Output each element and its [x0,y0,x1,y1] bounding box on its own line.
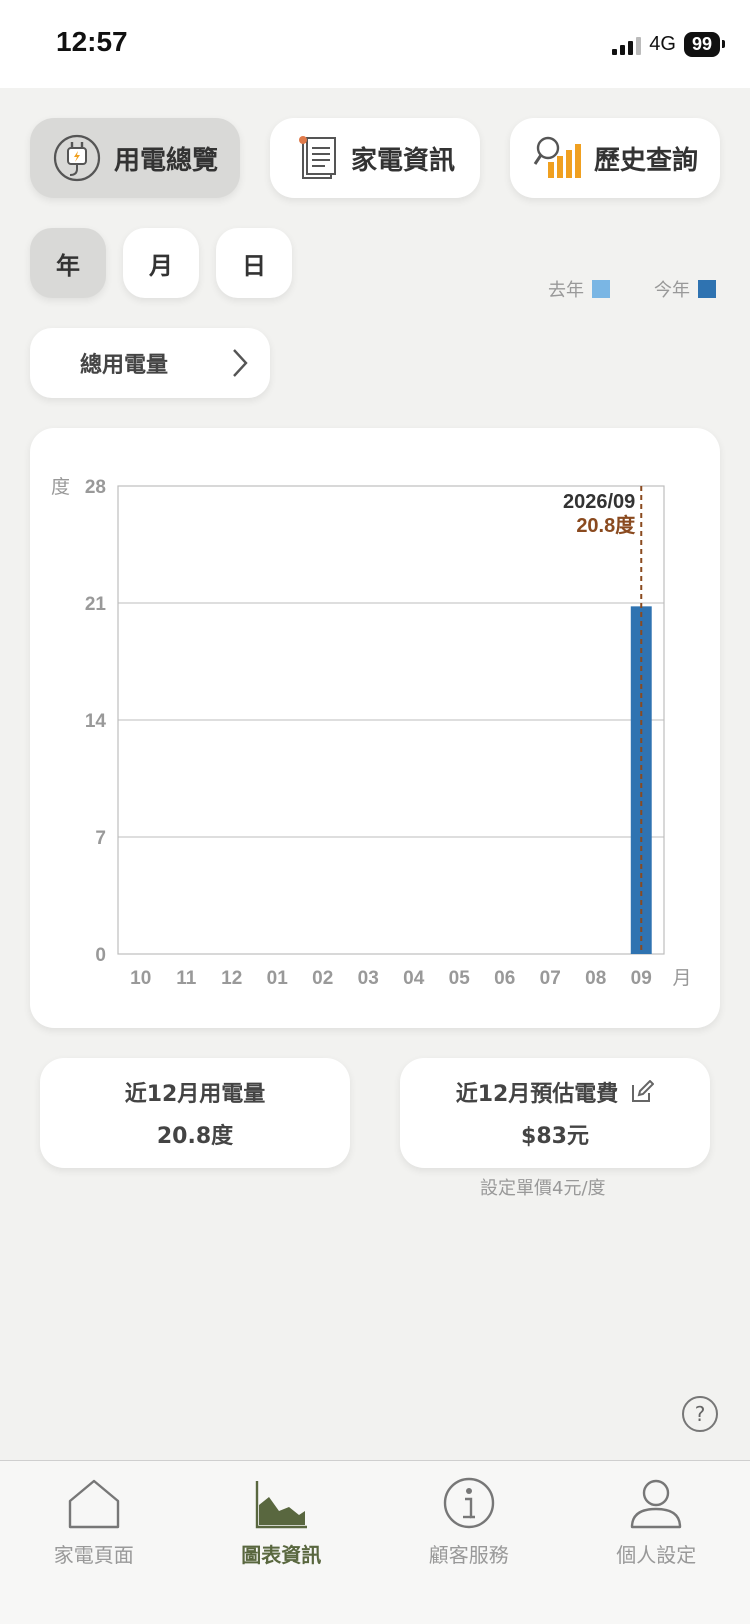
status-time: 12:57 [56,26,128,57]
x-tick-label: 12 [221,968,242,989]
x-tick-label: 07 [540,968,561,989]
legend-last-year: 去年 [548,276,610,302]
y-unit-label: 度 [51,476,70,498]
bottom-nav: 家電頁面 圖表資訊 顧客服務 個人設定 [0,1460,750,1624]
nav-profile[interactable]: 個人設定 [563,1461,750,1624]
network-type: 4G [649,33,676,55]
x-tick-label: 02 [312,968,333,989]
unit-price-note: 設定單價4元/度 [480,1178,606,1199]
x-unit-label: 月 [672,968,691,989]
cost-12m-card[interactable]: 近12月預估電費 $83元 [400,1058,710,1168]
usage-12m-title: 近12月用電量 [124,1082,266,1107]
home-icon [68,1479,119,1529]
tooltip-date: 2026/09 [563,491,635,513]
nav-chart[interactable]: 圖表資訊 [188,1461,376,1624]
period-day-button[interactable]: 日 [216,228,292,298]
nav-label: 顧客服務 [428,1543,509,1567]
nav-service[interactable]: 顧客服務 [375,1461,563,1624]
status-indicators: 4G 99 [612,32,726,57]
usage-chart-card: 0 7 14 21 28 度 10 11 12 01 02 03 04 05 06 07 08 09 月 2026/0… [30,428,720,1028]
tab-label: 歷史查詢 [593,145,698,176]
nav-label: 圖表資訊 [241,1543,322,1567]
legend-swatch [698,280,716,298]
x-tick-label: 09 [631,968,652,989]
y-tick-label: 14 [85,711,107,732]
x-tick-label: 01 [267,968,289,989]
cost-12m-title-row: 近12月預估電費 [456,1076,655,1108]
tab-usage-overview[interactable]: 用電總覽 [30,118,240,198]
x-tick-label: 10 [130,968,151,989]
metric-select-label: 總用電量 [80,353,169,378]
tab-history[interactable]: 歷史查詢 [510,118,720,198]
user-icon [631,1479,682,1529]
nav-label: 家電頁面 [53,1543,134,1567]
cost-12m-title: 近12月預估電費 [455,1082,619,1107]
period-year-button[interactable]: 年 [30,228,106,298]
search-chart-icon [533,136,581,178]
usage-bar-chart: 07142128度10 11 12 01 02 03 04 05 06 07 08 09 月2026/0… [51,476,692,989]
legend-label: 今年 [654,280,690,301]
info-icon [443,1477,494,1529]
tab-appliance-info[interactable]: 家電資訊 [270,118,480,198]
legend-label: 去年 [548,280,584,301]
chevron-right-icon [233,349,248,377]
battery-icon: 99 [683,32,726,57]
nav-label: 個人設定 [616,1543,697,1567]
signal-icon [612,35,642,55]
status-bar: 12:57 4G 99 [0,0,750,88]
legend-swatch [592,280,610,298]
chart-icon [256,1481,308,1529]
x-tick-label: 08 [585,968,606,989]
plug-icon [53,134,101,182]
cost-12m-value: $83元 [521,1124,589,1149]
tab-label: 家電資訊 [350,145,455,176]
metric-select[interactable]: 總用電量 [30,328,270,398]
y-tick-label: 0 [95,945,106,966]
usage-12m-value: 20.8度 [156,1124,234,1149]
y-tick-label: 7 [95,828,106,849]
document-icon [298,136,336,179]
nav-home[interactable]: 家電頁面 [0,1461,188,1624]
x-tick-label: 04 [403,968,425,989]
x-tick-label: 11 [176,968,197,989]
tooltip-value: 20.8度 [576,513,636,537]
period-month-button[interactable]: 月 [123,228,199,298]
tab-label: 用電總覽 [113,145,218,176]
usage-12m-card: 近12月用電量 20.8度 [40,1058,350,1168]
x-tick-label: 06 [494,968,515,989]
y-tick-label: 28 [85,477,106,498]
help-icon[interactable]: ? [682,1396,718,1432]
x-tick-label: 03 [358,968,379,989]
y-tick-label: 21 [85,594,107,615]
edit-icon[interactable] [630,1080,655,1104]
legend-this-year: 今年 [654,276,716,302]
x-tick-label: 05 [449,968,471,989]
